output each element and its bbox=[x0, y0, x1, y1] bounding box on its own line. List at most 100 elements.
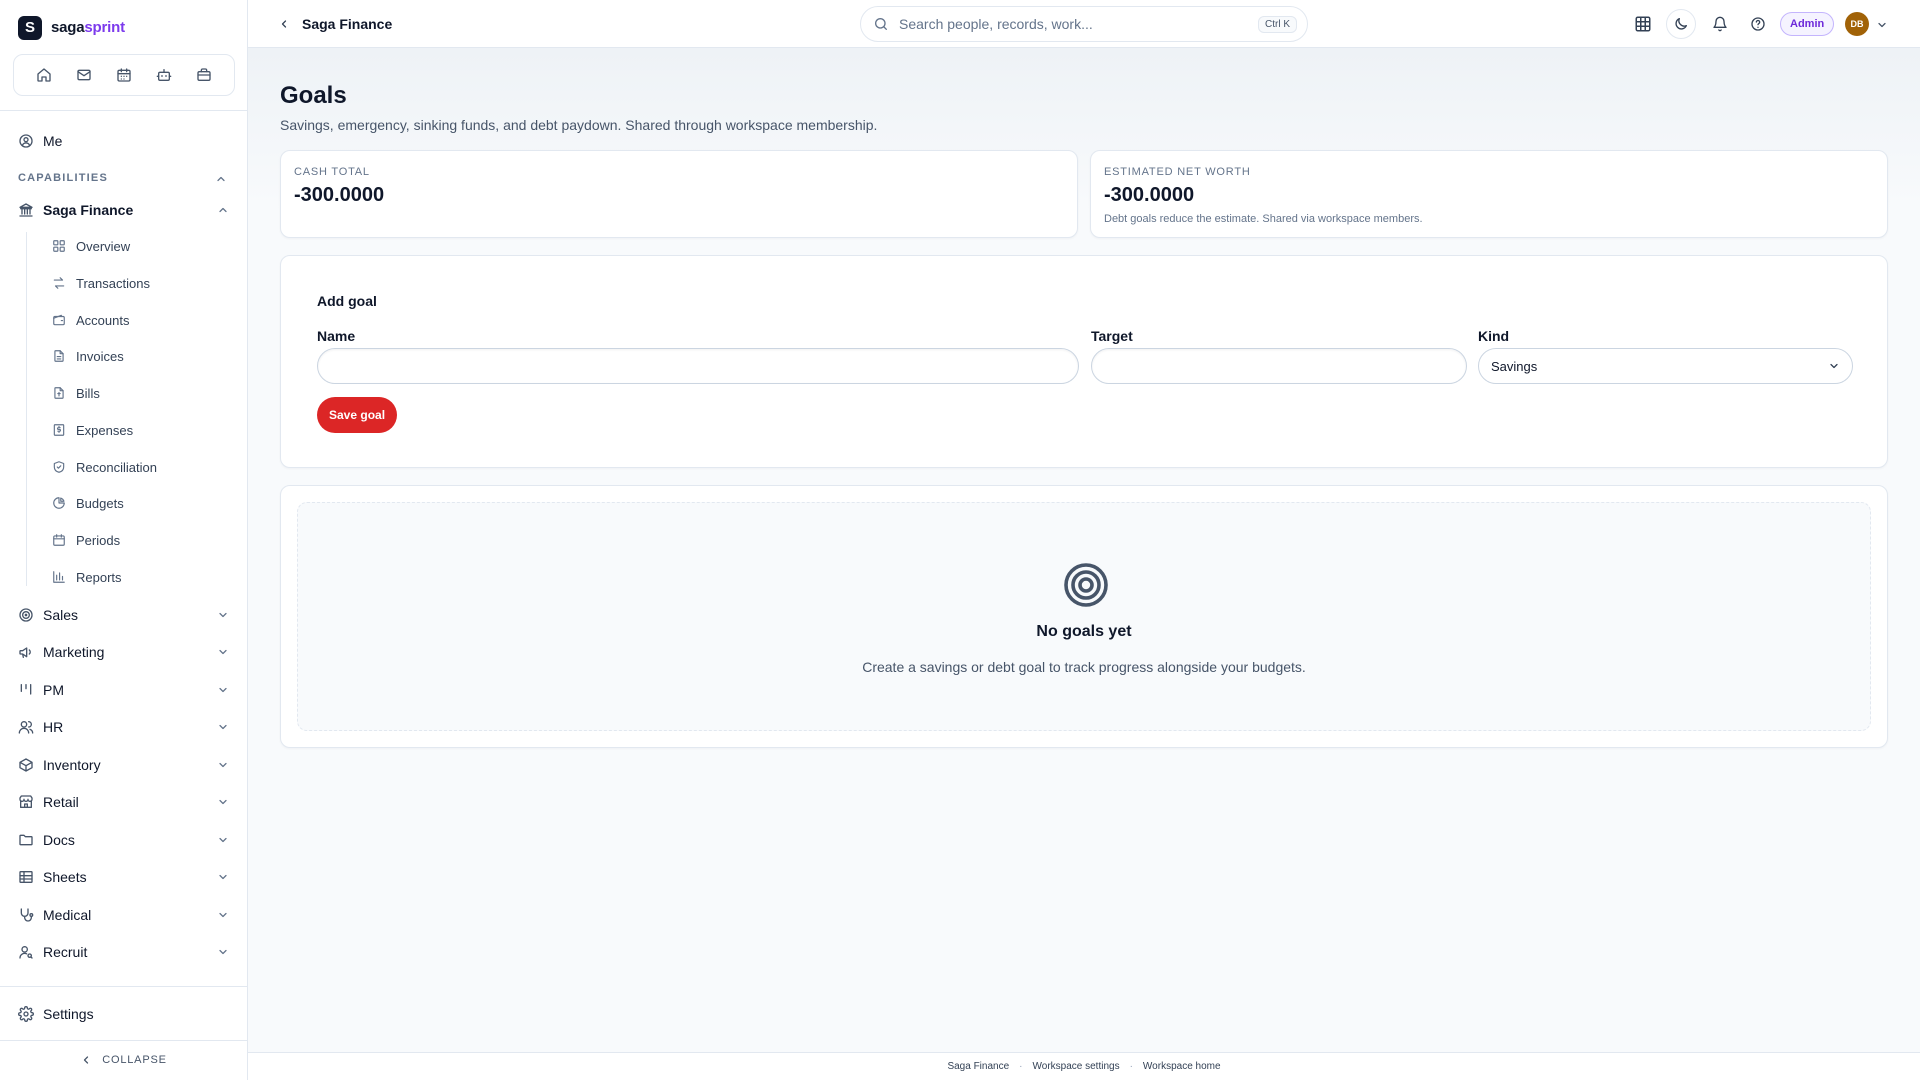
footer-link-workspace-home[interactable]: Workspace home bbox=[1143, 1061, 1221, 1072]
nav-section-label: Retail bbox=[43, 794, 79, 810]
goal-name-input[interactable] bbox=[317, 348, 1079, 384]
sidebar-item-label: Bills bbox=[76, 385, 100, 401]
save-goal-button[interactable]: Save goal bbox=[317, 397, 398, 433]
page-subtitle: Savings, emergency, sinking funds, and d… bbox=[280, 117, 878, 133]
nav-marketing[interactable]: Marketing bbox=[18, 637, 229, 667]
role-badge[interactable]: Admin bbox=[1780, 12, 1835, 36]
chevron-down-icon bbox=[217, 609, 229, 621]
document-icon bbox=[52, 349, 66, 363]
moon-icon[interactable] bbox=[1666, 9, 1696, 39]
apps-grid-icon[interactable] bbox=[1631, 12, 1655, 36]
empty-state-title: No goals yet bbox=[1036, 623, 1132, 640]
chevron-down-icon bbox=[217, 796, 229, 808]
empty-state-text: Create a savings or debt goal to track p… bbox=[862, 659, 1306, 675]
submenu-guide-line bbox=[26, 232, 27, 586]
nav-pm[interactable]: PM bbox=[18, 675, 229, 705]
briefcase-icon[interactable] bbox=[192, 63, 216, 87]
chevron-left-icon[interactable] bbox=[278, 16, 290, 32]
nav-retail[interactable]: Retail bbox=[18, 787, 229, 817]
nav-settings[interactable]: Settings bbox=[18, 999, 229, 1029]
sidebar-item-overview[interactable]: Overview bbox=[52, 233, 130, 259]
chevron-down-icon bbox=[1828, 360, 1840, 372]
calendar-icon bbox=[52, 533, 66, 547]
sidebar: S sagasprint Me CAPABILITIES Saga Financ… bbox=[0, 0, 248, 1080]
net-worth-value: -300.0000 bbox=[1104, 184, 1195, 206]
footer-separator: · bbox=[1019, 1061, 1023, 1072]
global-search[interactable]: Ctrl K bbox=[860, 6, 1308, 42]
main-content: Goals Savings, emergency, sinking funds,… bbox=[248, 48, 1920, 1052]
sidebar-item-bills[interactable]: Bills bbox=[52, 380, 100, 406]
app-root: S sagasprint Me CAPABILITIES Saga Financ… bbox=[0, 0, 1920, 1080]
users-icon bbox=[18, 719, 34, 735]
nav-inventory[interactable]: Inventory bbox=[18, 750, 229, 780]
expense-icon bbox=[52, 423, 66, 437]
mail-icon[interactable] bbox=[72, 63, 96, 87]
nav-hr[interactable]: HR bbox=[18, 712, 229, 742]
folder-icon bbox=[18, 832, 34, 848]
chevron-up-icon[interactable] bbox=[215, 172, 227, 184]
user-circle-icon bbox=[18, 133, 34, 149]
receipt-icon bbox=[52, 386, 66, 400]
arrows-icon bbox=[52, 276, 66, 290]
avatar[interactable]: DB bbox=[1845, 12, 1869, 36]
shield-check-icon bbox=[52, 460, 66, 474]
nav-me[interactable]: Me bbox=[18, 126, 229, 156]
nav-me-label: Me bbox=[43, 133, 63, 149]
sidebar-item-label: Overview bbox=[76, 238, 131, 254]
target-icon bbox=[1062, 561, 1110, 609]
bot-icon[interactable] bbox=[152, 63, 176, 87]
search-input[interactable] bbox=[899, 16, 1258, 32]
calendar-icon[interactable] bbox=[112, 63, 136, 87]
collapse-sidebar-button[interactable]: COLLAPSE bbox=[0, 1042, 247, 1078]
sidebar-item-label: Periods bbox=[76, 532, 121, 548]
nav-saga-finance[interactable]: Saga Finance bbox=[18, 195, 229, 225]
sidebar-item-label: Transactions bbox=[76, 275, 150, 291]
chevron-down-icon[interactable] bbox=[1876, 18, 1888, 30]
sidebar-item-transactions[interactable]: Transactions bbox=[52, 270, 150, 296]
footer-link-workspace-settings[interactable]: Workspace settings bbox=[1033, 1061, 1120, 1072]
home-icon[interactable] bbox=[32, 63, 56, 87]
sidebar-item-accounts[interactable]: Accounts bbox=[52, 307, 129, 333]
nav-section-label: Sheets bbox=[43, 869, 87, 885]
sidebar-item-reconciliation[interactable]: Reconciliation bbox=[52, 454, 157, 480]
chevron-down-icon bbox=[217, 646, 229, 658]
nav-section-label: Docs bbox=[43, 832, 75, 848]
pie-icon bbox=[52, 496, 66, 510]
nav-recruit[interactable]: Recruit bbox=[18, 937, 229, 967]
bell-icon[interactable] bbox=[1708, 12, 1732, 36]
footer-link-saga-finance[interactable]: Saga Finance bbox=[947, 1061, 1009, 1072]
chevron-down-icon bbox=[217, 946, 229, 958]
footer-separator: · bbox=[1129, 1061, 1133, 1072]
box-icon bbox=[18, 757, 34, 773]
chevron-up-icon bbox=[217, 204, 229, 216]
stethoscope-icon bbox=[18, 907, 34, 923]
net-worth-card: ESTIMATED NET WORTH -300.0000 Debt goals… bbox=[1090, 150, 1888, 238]
help-icon[interactable] bbox=[1746, 12, 1770, 36]
sidebar-item-label: Budgets bbox=[76, 495, 124, 511]
sidebar-item-invoices[interactable]: Invoices bbox=[52, 343, 124, 369]
brand[interactable]: S sagasprint bbox=[18, 15, 125, 40]
nav-section-label: Recruit bbox=[43, 944, 88, 960]
chevron-down-icon bbox=[217, 759, 229, 771]
sidebar-divider bbox=[0, 1040, 247, 1041]
chevron-down-icon bbox=[217, 834, 229, 846]
net-worth-label: ESTIMATED NET WORTH bbox=[1104, 166, 1251, 178]
brand-logo: S bbox=[18, 15, 42, 40]
sidebar-item-budgets[interactable]: Budgets bbox=[52, 490, 124, 516]
nav-section-label: HR bbox=[43, 719, 64, 735]
nav-sales[interactable]: Sales bbox=[18, 600, 229, 630]
wallet-icon bbox=[52, 313, 66, 327]
nav-settings-label: Settings bbox=[43, 1006, 94, 1022]
brand-name-part1: saga bbox=[51, 19, 85, 36]
chevron-down-icon bbox=[217, 871, 229, 883]
chevron-down-icon bbox=[217, 684, 229, 696]
sidebar-item-reports[interactable]: Reports bbox=[52, 564, 122, 590]
sidebar-item-expenses[interactable]: Expenses bbox=[52, 417, 133, 443]
breadcrumb[interactable]: Saga Finance bbox=[302, 16, 392, 32]
nav-medical[interactable]: Medical bbox=[18, 900, 229, 930]
nav-sheets[interactable]: Sheets bbox=[18, 862, 229, 892]
goal-kind-select[interactable]: Savings bbox=[1478, 348, 1853, 384]
sidebar-item-periods[interactable]: Periods bbox=[52, 527, 120, 553]
goal-target-input[interactable] bbox=[1091, 348, 1467, 384]
nav-docs[interactable]: Docs bbox=[18, 825, 229, 855]
